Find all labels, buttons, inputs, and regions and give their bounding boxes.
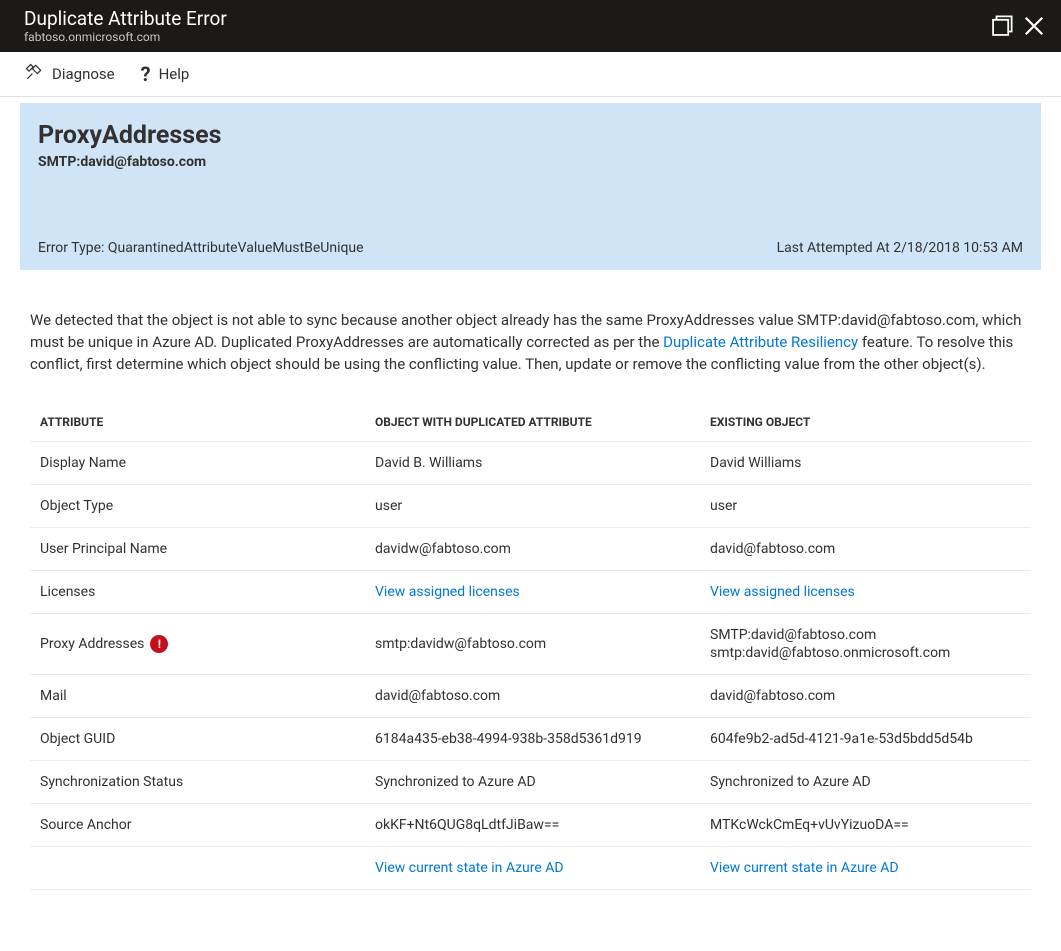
cell-value: david@fabtoso.com — [700, 675, 1031, 718]
diagnose-button[interactable]: Diagnose — [24, 62, 115, 86]
cell-value: David Williams — [700, 442, 1031, 485]
tools-icon — [24, 62, 44, 86]
attribute-name: ProxyAddresses — [38, 121, 1023, 150]
cell-value: David B. Williams — [365, 442, 700, 485]
cell-link: View current state in Azure AD — [365, 847, 700, 890]
row-label: Mail — [30, 675, 365, 718]
question-icon: ? — [141, 62, 151, 86]
cell-value: user — [700, 485, 1031, 528]
maximize-button[interactable] — [991, 15, 1013, 37]
attribute-value: SMTP:david@fabtoso.com — [38, 154, 1023, 170]
help-button[interactable]: ? Help — [141, 62, 190, 86]
title-bar: Duplicate Attribute Error fabtoso.onmicr… — [0, 0, 1061, 52]
cell-value: 6184a435-eb38-4994-938b-358d5361d919 — [365, 718, 700, 761]
view-state-link[interactable]: View current state in Azure AD — [710, 860, 899, 876]
view-licenses-link[interactable]: View assigned licenses — [375, 584, 520, 600]
close-button[interactable] — [1023, 15, 1045, 37]
row-label — [30, 847, 365, 890]
view-state-link[interactable]: View current state in Azure AD — [375, 860, 564, 876]
cell-value: david@fabtoso.com — [700, 528, 1031, 571]
col-attribute: Attribute — [30, 403, 365, 442]
row-label: Proxy Addresses ! — [30, 614, 365, 675]
cell-value: davidw@fabtoso.com — [365, 528, 700, 571]
comparison-table: Attribute Object With Duplicated Attribu… — [30, 403, 1031, 890]
cell-value: Synchronized to Azure AD — [700, 761, 1031, 804]
view-licenses-link[interactable]: View assigned licenses — [710, 584, 855, 600]
toolbar: Diagnose ? Help — [0, 52, 1061, 97]
row-label: Display Name — [30, 442, 365, 485]
col-duplicate: Object With Duplicated Attribute — [365, 403, 700, 442]
row-label: Object Type — [30, 485, 365, 528]
resiliency-link[interactable]: Duplicate Attribute Resiliency — [663, 333, 858, 351]
row-label: Source Anchor — [30, 804, 365, 847]
cell-value: user — [365, 485, 700, 528]
cell-link: View assigned licenses — [700, 571, 1031, 614]
error-icon: ! — [150, 635, 168, 653]
last-attempted: Last Attempted At 2/18/2018 10:53 AM — [777, 240, 1023, 256]
cell-value: Synchronized to Azure AD — [365, 761, 700, 804]
cell-value: MTKcWckCmEq+vUvYizuoDA== — [700, 804, 1031, 847]
cell-value: 604fe9b2-ad5d-4121-9a1e-53d5bdd5d54b — [700, 718, 1031, 761]
diagnose-label: Diagnose — [52, 65, 115, 83]
row-label: Object GUID — [30, 718, 365, 761]
error-banner: ProxyAddresses SMTP:david@fabtoso.com Er… — [20, 103, 1041, 270]
window-subtitle: fabtoso.onmicrosoft.com — [24, 30, 227, 44]
cell-value: smtp:davidw@fabtoso.com — [365, 614, 700, 675]
help-label: Help — [159, 65, 190, 83]
cell-value: david@fabtoso.com — [365, 675, 700, 718]
error-type: Error Type: QuarantinedAttributeValueMus… — [38, 240, 364, 256]
cell-link: View current state in Azure AD — [700, 847, 1031, 890]
row-label: Licenses — [30, 571, 365, 614]
window-title: Duplicate Attribute Error — [24, 8, 227, 31]
cell-link: View assigned licenses — [365, 571, 700, 614]
col-existing: Existing Object — [700, 403, 1031, 442]
cell-value: okKF+Nt6QUG8qLdtfJiBaw== — [365, 804, 700, 847]
row-label: Synchronization Status — [30, 761, 365, 804]
description-text: We detected that the object is not able … — [20, 310, 1041, 375]
row-label: User Principal Name — [30, 528, 365, 571]
cell-value: SMTP:david@fabtoso.com smtp:david@fabtos… — [700, 614, 1031, 675]
